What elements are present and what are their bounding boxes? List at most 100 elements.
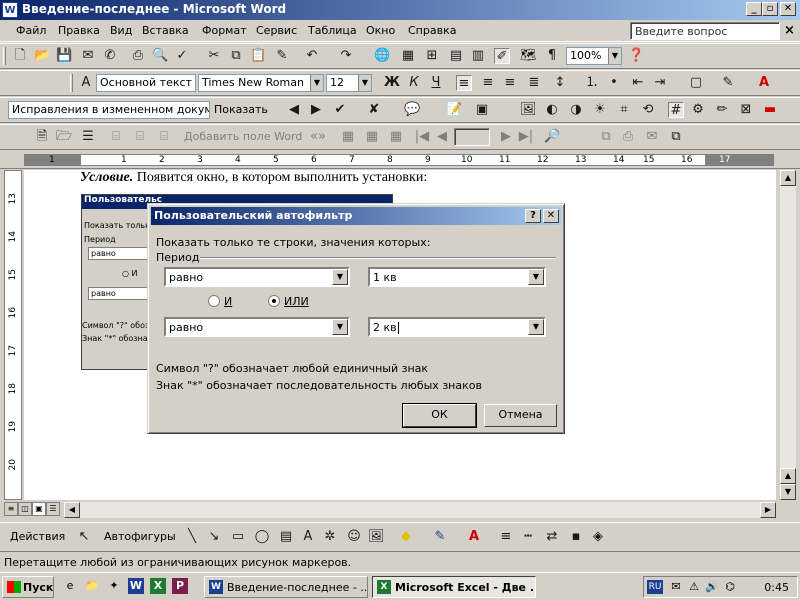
or-radio-label[interactable]: ИЛИ bbox=[284, 295, 309, 308]
menu-edit[interactable]: Правка bbox=[58, 24, 100, 37]
redo-icon[interactable]: ↷ bbox=[338, 48, 354, 64]
mail-icon[interactable]: ✆ bbox=[102, 48, 118, 64]
ruler-strip[interactable]: 1 1 2 3 4 5 6 7 8 9 10 11 12 13 14 15 16… bbox=[24, 154, 774, 166]
font-size-select[interactable]: 12 ▼ bbox=[326, 74, 372, 92]
ok-button[interactable]: ОК bbox=[402, 403, 477, 428]
permission-icon[interactable]: ✉ bbox=[80, 48, 96, 64]
display-for-review-select[interactable]: Исправления в измененном документ bbox=[8, 101, 210, 119]
align-right-icon[interactable]: ≡ bbox=[502, 75, 518, 91]
dialog-close-button[interactable]: ✕ bbox=[543, 209, 559, 223]
wordart-icon[interactable]: A bbox=[300, 529, 316, 545]
menu-help[interactable]: Справка bbox=[408, 24, 456, 37]
format-picture-icon[interactable]: ⚙ bbox=[690, 102, 706, 118]
and-radio-label[interactable]: И bbox=[224, 295, 232, 308]
value1-select[interactable]: 1 кв ▼ bbox=[368, 267, 546, 287]
select-objects-icon[interactable]: ↖ bbox=[76, 529, 92, 545]
textbox-icon[interactable]: ▤ bbox=[278, 529, 294, 545]
insert-picture-icon[interactable]: 🖼 bbox=[520, 102, 537, 118]
next-page-icon[interactable]: ▼ bbox=[780, 484, 796, 500]
picture-icon[interactable]: 🖼 bbox=[368, 529, 385, 545]
line-spacing-icon[interactable]: ↕ bbox=[552, 75, 568, 91]
cancel-button[interactable]: Отмена bbox=[484, 404, 557, 427]
chevron-down-icon[interactable]: ▼ bbox=[608, 48, 621, 64]
vertical-scrollbar[interactable]: ▲ ▲ ▼ bbox=[780, 170, 796, 500]
open-folder-icon[interactable]: 📂 bbox=[34, 48, 50, 64]
print-layout-icon[interactable]: ▣ bbox=[32, 502, 46, 516]
menu-insert[interactable]: Вставка bbox=[142, 24, 189, 37]
network-tray-icon[interactable]: ⌬ bbox=[722, 579, 738, 595]
scroll-right-icon[interactable]: ▶ bbox=[760, 502, 776, 518]
value2-input[interactable]: 2 кв ▼ bbox=[368, 317, 546, 337]
cut-icon[interactable]: ✂ bbox=[206, 48, 222, 64]
next-change-icon[interactable]: ▶ bbox=[308, 102, 324, 118]
toolbar-grip[interactable] bbox=[70, 74, 73, 92]
spelling-icon[interactable]: ✓ bbox=[174, 48, 190, 64]
menu-tools[interactable]: Сервис bbox=[256, 24, 297, 37]
task-word[interactable]: W Введение-последнее - ... bbox=[204, 576, 368, 598]
increase-indent-icon[interactable]: ⇥ bbox=[652, 75, 668, 91]
clock[interactable]: 0:45 bbox=[764, 581, 789, 594]
task-excel[interactable]: X Microsoft Excel - Две ... bbox=[372, 576, 536, 598]
chevron-down-icon[interactable]: ▼ bbox=[332, 269, 348, 285]
highlight-icon[interactable]: ✎ bbox=[720, 75, 736, 91]
align-center-icon[interactable]: ≡ bbox=[480, 75, 496, 91]
scroll-left-icon[interactable]: ◀ bbox=[64, 502, 80, 518]
arrow-style-icon[interactable]: ⇄ bbox=[544, 529, 560, 545]
copy-icon[interactable]: ⧉ bbox=[228, 48, 244, 64]
ask-question-input[interactable]: Введите вопрос bbox=[630, 22, 780, 40]
dialog-help-button[interactable]: ? bbox=[525, 209, 541, 223]
or-radio[interactable] bbox=[268, 295, 280, 307]
numbering-icon[interactable]: ⒈ bbox=[584, 75, 600, 91]
normal-view-icon[interactable]: ≡ bbox=[4, 502, 18, 516]
bold-icon[interactable]: Ж bbox=[384, 75, 400, 91]
rotate-icon[interactable]: ⟲ bbox=[640, 102, 656, 118]
menu-window[interactable]: Окно bbox=[366, 24, 395, 37]
merge-to-fax-icon[interactable]: ⧉ bbox=[668, 129, 684, 145]
image-control-icon[interactable]: ◐ bbox=[544, 102, 560, 118]
text-wrapping-icon[interactable]: # bbox=[668, 102, 684, 118]
track-changes-icon[interactable]: 📝 bbox=[446, 102, 462, 118]
accept-change-icon[interactable]: ✔ bbox=[332, 102, 348, 118]
paste-icon[interactable]: 📋 bbox=[250, 48, 266, 64]
antivirus-tray-icon[interactable]: ⚠ bbox=[686, 579, 702, 595]
media-icon[interactable]: ✦ bbox=[106, 578, 122, 594]
document-map-icon[interactable]: 🗺 bbox=[520, 48, 537, 64]
operator2-select[interactable]: равно ▼ bbox=[164, 317, 350, 337]
line-color-icon[interactable]: ✎ bbox=[432, 529, 448, 545]
set-transparent-color-icon[interactable]: ✏ bbox=[714, 102, 730, 118]
menu-table[interactable]: Таблица bbox=[308, 24, 357, 37]
show-hide-icon[interactable]: ¶ bbox=[544, 48, 560, 64]
access-quicklaunch-icon[interactable]: P bbox=[172, 578, 188, 594]
horizontal-scrollbar[interactable]: ◀ ▶ bbox=[64, 502, 776, 518]
font-color-icon[interactable]: A bbox=[756, 75, 772, 91]
insert-table-icon[interactable]: ⊞ bbox=[424, 48, 440, 64]
close-document-icon[interactable]: × bbox=[784, 23, 795, 38]
brightness-icon[interactable]: ☀ bbox=[592, 102, 608, 118]
operator1-select[interactable]: равно ▼ bbox=[164, 267, 350, 287]
and-radio[interactable] bbox=[208, 295, 220, 307]
reviewing-pane-icon[interactable]: ▣ bbox=[474, 102, 490, 118]
tables-borders-icon[interactable]: ▦ bbox=[400, 48, 416, 64]
new-document-icon[interactable]: 🗋 bbox=[12, 48, 28, 64]
recipients-icon[interactable]: ☰ bbox=[80, 129, 96, 145]
print-icon[interactable]: ⎙ bbox=[130, 48, 146, 64]
menu-file[interactable]: Файл bbox=[16, 24, 46, 37]
chevron-down-icon[interactable]: ▼ bbox=[358, 75, 371, 91]
menu-view[interactable]: Вид bbox=[110, 24, 132, 37]
line-icon[interactable]: ╲ bbox=[184, 529, 200, 545]
arrow-icon[interactable]: ↘ bbox=[206, 529, 222, 545]
vertical-ruler[interactable]: 13 14 15 16 17 18 19 20 bbox=[4, 170, 22, 500]
word-app-icon[interactable]: W bbox=[2, 2, 18, 18]
reset-picture-icon[interactable]: ⊠ bbox=[738, 102, 754, 118]
draw-actions-menu[interactable]: Действия bbox=[10, 530, 65, 543]
crop-icon[interactable]: ⌗ bbox=[616, 102, 632, 118]
dash-style-icon[interactable]: ┅ bbox=[520, 529, 536, 545]
maximize-button[interactable]: ▫ bbox=[762, 2, 778, 16]
document-paragraph[interactable]: Условие. Появится окно, в котором выполн… bbox=[80, 170, 427, 186]
dialog-title-bar[interactable]: Пользовательский автофильтр ? ✕ bbox=[151, 207, 561, 225]
previous-page-icon[interactable]: ▲ bbox=[780, 468, 796, 484]
save-icon[interactable]: 💾 bbox=[56, 48, 72, 64]
chevron-down-icon[interactable]: ▼ bbox=[528, 319, 544, 335]
reject-change-icon[interactable]: ✘ bbox=[366, 102, 382, 118]
3d-icon[interactable]: ◈ bbox=[590, 529, 606, 545]
